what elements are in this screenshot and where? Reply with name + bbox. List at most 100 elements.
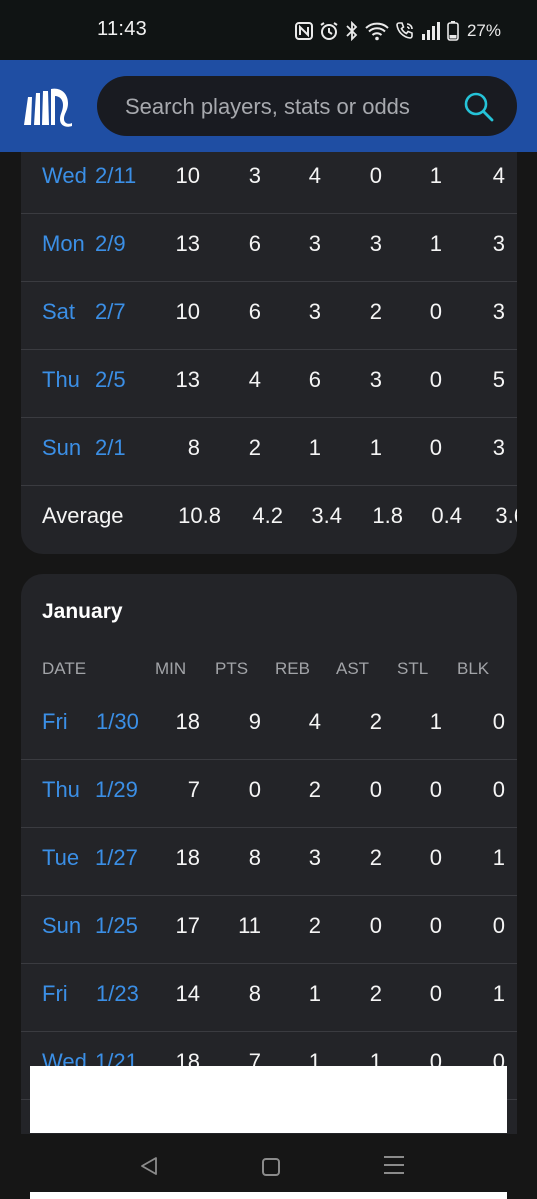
stat-reb: 1	[308, 435, 321, 460]
stat-blk: 3	[492, 299, 505, 324]
stat-ast: 0	[369, 163, 382, 188]
signal-icon	[421, 22, 441, 40]
home-icon[interactable]	[262, 1158, 280, 1176]
stat-pts: 11	[238, 913, 261, 938]
column-header-blk: BLK	[457, 659, 490, 678]
search-icon[interactable]	[463, 91, 495, 123]
stat-stl: 0	[429, 981, 442, 1006]
month-title: January	[42, 600, 123, 623]
game-date[interactable]: 2/11	[95, 163, 136, 189]
back-icon[interactable]	[139, 1156, 159, 1181]
battery-percent: 27%	[466, 21, 501, 40]
stat-blk: 3	[492, 435, 505, 460]
stat-ast: 2	[369, 299, 382, 324]
stat-pts: 6	[248, 299, 261, 324]
search-placeholder: Search players, stats or odds	[125, 94, 410, 119]
status-icons: 27%	[294, 18, 501, 44]
average-blk: 3.6	[495, 503, 517, 528]
game-day[interactable]: Sat	[42, 299, 75, 325]
stat-pts: 8	[248, 981, 261, 1006]
table-row[interactable]: Sun 2/1 8 2 1 1 0 3	[21, 418, 517, 486]
game-date[interactable]: 2/7	[95, 299, 126, 325]
game-day[interactable]: Tue	[42, 845, 79, 871]
column-header-ast: AST	[336, 659, 370, 678]
stat-min: 17	[175, 913, 200, 938]
stat-reb: 3	[308, 845, 321, 870]
game-date[interactable]: 1/25	[95, 913, 138, 939]
stat-ast: 2	[369, 981, 382, 1006]
table-row[interactable]: Fri 1/23 14 8 1 2 0 1	[21, 964, 517, 1032]
game-day[interactable]: Fri	[42, 981, 68, 1007]
table-row[interactable]: Mon 2/9 13 6 3 3 1 3	[21, 214, 517, 282]
table-row[interactable]: Sun 1/25 17 11 2 0 0 0	[21, 896, 517, 964]
average-label: Average	[42, 503, 124, 528]
stat-pts: 6	[248, 231, 261, 256]
average-ast: 1.8	[372, 503, 403, 528]
stat-blk: 5	[492, 367, 505, 392]
stat-pts: 8	[248, 845, 261, 870]
stat-stl: 1	[429, 709, 442, 734]
stat-ast: 2	[369, 709, 382, 734]
battery-icon	[447, 21, 459, 41]
average-min: 10.8	[178, 503, 221, 528]
stat-ast: 0	[369, 913, 382, 938]
game-day[interactable]: Wed	[42, 163, 87, 189]
stat-stl: 0	[429, 845, 442, 870]
table-row[interactable]: Thu 1/29 7 0 2 0 0 0	[21, 760, 517, 828]
stat-min: 13	[175, 231, 200, 256]
average-stl: 0.4	[431, 503, 462, 528]
bottom-strip	[30, 1192, 507, 1199]
stat-stl: 0	[429, 777, 442, 802]
stat-blk: 0	[492, 913, 505, 938]
average-reb: 3.4	[311, 503, 342, 528]
table-row[interactable]: Tue 1/27 18 8 3 2 0 1	[21, 828, 517, 896]
average-pts: 4.2	[252, 503, 283, 528]
stat-reb: 4	[308, 163, 321, 188]
stat-blk: 4	[492, 163, 505, 188]
game-date[interactable]: 2/9	[95, 231, 126, 257]
column-header-min: MIN	[155, 659, 187, 678]
table-row[interactable]: Sat 2/7 10 6 3 2 0 3	[21, 282, 517, 350]
stat-reb: 1	[308, 981, 321, 1006]
stat-blk: 1	[492, 981, 505, 1006]
game-date[interactable]: 2/1	[95, 435, 126, 461]
stat-reb: 6	[308, 367, 321, 392]
stat-pts: 0	[248, 777, 261, 802]
stat-min: 14	[175, 981, 200, 1006]
search-input[interactable]: Search players, stats or odds	[97, 76, 517, 136]
stat-min: 18	[175, 845, 200, 870]
stat-pts: 3	[248, 163, 261, 188]
table-row[interactable]: Thu 2/5 13 4 6 3 0 5	[21, 350, 517, 418]
game-date[interactable]: 2/5	[95, 367, 126, 393]
status-time: 11:43	[97, 18, 148, 40]
stat-min: 18	[175, 709, 200, 734]
table-row[interactable]: Fri 1/30 18 9 4 2 1 0	[21, 692, 517, 760]
wifi-icon	[365, 21, 389, 41]
stat-reb: 2	[308, 913, 321, 938]
game-day[interactable]: Sun	[42, 435, 81, 461]
stat-stl: 1	[429, 231, 442, 256]
stat-stl: 0	[429, 913, 442, 938]
elephant-logo-icon[interactable]	[22, 87, 74, 127]
game-day[interactable]: Thu	[42, 777, 80, 803]
game-date[interactable]: 1/30	[96, 709, 139, 735]
january-stats-card: January DATE MIN PTS REB AST STL BLK Fri 1/30 18…	[21, 574, 517, 1134]
game-day[interactable]: Thu	[42, 367, 80, 393]
stat-pts: 2	[248, 435, 261, 460]
recents-icon[interactable]	[384, 1156, 404, 1180]
game-date[interactable]: 1/27	[95, 845, 138, 871]
ad-banner[interactable]	[30, 1066, 507, 1133]
february-stats-card: Wed 2/11 10 3 4 0 1 4 Mon 2/9 13 6 3 3 1 3 Sat 2/7 10 6 3 2 0 3…	[21, 152, 517, 554]
alarm-icon	[319, 21, 339, 41]
game-day[interactable]: Mon	[42, 231, 85, 257]
stat-stl: 0	[429, 435, 442, 460]
stat-pts: 9	[248, 709, 261, 734]
game-day[interactable]: Sun	[42, 913, 81, 939]
stat-blk: 0	[492, 709, 505, 734]
column-header-pts: PTS	[215, 659, 249, 678]
game-date[interactable]: 1/23	[96, 981, 139, 1007]
table-row[interactable]: Wed 2/11 10 3 4 0 1 4	[21, 152, 517, 214]
game-day[interactable]: Fri	[42, 709, 68, 735]
stat-min: 7	[187, 777, 200, 802]
game-date[interactable]: 1/29	[95, 777, 138, 803]
